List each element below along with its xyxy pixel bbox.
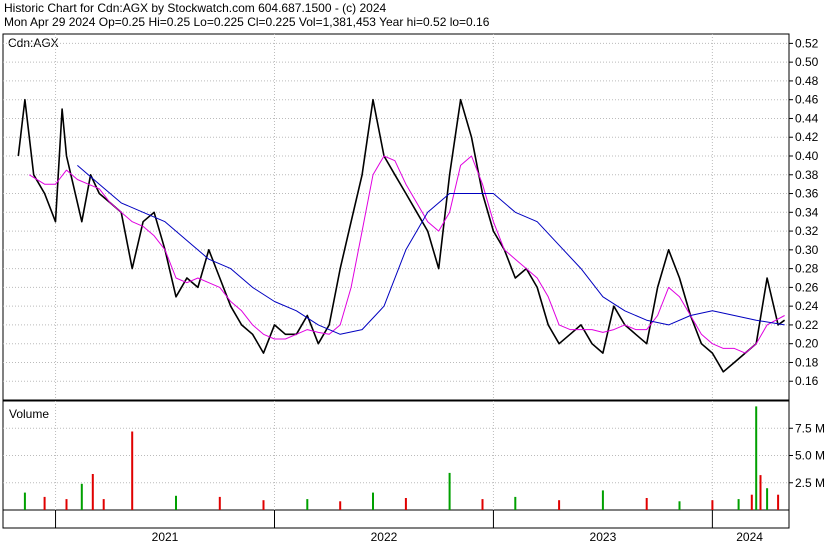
volume-bar: [711, 500, 714, 510]
volume-bar: [339, 501, 342, 510]
price-tick-label: 0.28: [795, 262, 819, 276]
price-tick-label: 0.52: [795, 36, 819, 50]
price-tick-label: 0.48: [795, 74, 819, 88]
price-tick-label: 0.20: [795, 337, 819, 351]
volume-bar: [759, 475, 762, 510]
volume-bar: [404, 498, 407, 510]
volume-bar: [750, 494, 753, 510]
volume-bar: [514, 496, 517, 510]
price-tick-label: 0.46: [795, 93, 819, 107]
volume-bar: [645, 498, 648, 510]
time-tick-label: 2024: [736, 530, 763, 543]
volume-bar: [481, 499, 484, 510]
price-tick-label: 0.30: [795, 243, 819, 257]
price-tick-label: 0.32: [795, 224, 819, 238]
price-tick-label: 0.42: [795, 130, 819, 144]
price-tick-label: 0.36: [795, 187, 819, 201]
volume-panel-title: Volume: [9, 407, 49, 421]
volume-bar: [558, 500, 561, 510]
price-tick-label: 0.26: [795, 280, 819, 294]
price-tick-label: 0.34: [795, 205, 819, 219]
time-axis: [2, 509, 790, 529]
chart-canvas: Cdn:AGX Volume 0.520.500.480.460.440.420…: [2, 33, 825, 543]
volume-tick-label: 2.5 M: [795, 476, 825, 490]
volume-bar: [372, 492, 374, 510]
volume-bar: [65, 499, 68, 510]
volume-bar: [678, 501, 681, 510]
price-tick-label: 0.40: [795, 149, 819, 163]
volume-bar: [43, 496, 46, 510]
volume-bar: [102, 499, 105, 510]
volume-bar: [737, 499, 740, 510]
price-tick-label: 0.44: [795, 111, 819, 125]
volume-bar: [755, 406, 758, 510]
volume-bar: [131, 431, 134, 510]
time-tick-label: 2021: [152, 530, 179, 543]
volume-bar: [777, 494, 780, 510]
volume-bar: [218, 496, 221, 510]
volume-bar: [23, 492, 26, 510]
price-tick-label: 0.22: [795, 318, 819, 332]
volume-bar: [448, 472, 451, 510]
volume-bar: [306, 499, 309, 510]
time-tick-label: 2022: [371, 530, 398, 543]
price-tick-label: 0.18: [795, 355, 819, 369]
price-tick-label: 0.16: [795, 374, 819, 388]
volume-bar: [175, 495, 177, 510]
volume-bar: [766, 488, 769, 510]
volume-bar: [601, 490, 604, 510]
volume-tick-label: 7.5 M: [795, 421, 825, 435]
volume-bar: [91, 474, 94, 510]
volume-bar: [80, 483, 83, 510]
time-tick-label: 2023: [590, 530, 617, 543]
volume-bar: [262, 500, 265, 510]
volume-tick-label: 5.0 M: [795, 449, 825, 463]
price-panel: [2, 33, 790, 401]
price-tick-label: 0.38: [795, 168, 819, 182]
price-tick-label: 0.50: [795, 55, 819, 69]
price-tick-label: 0.24: [795, 299, 819, 313]
